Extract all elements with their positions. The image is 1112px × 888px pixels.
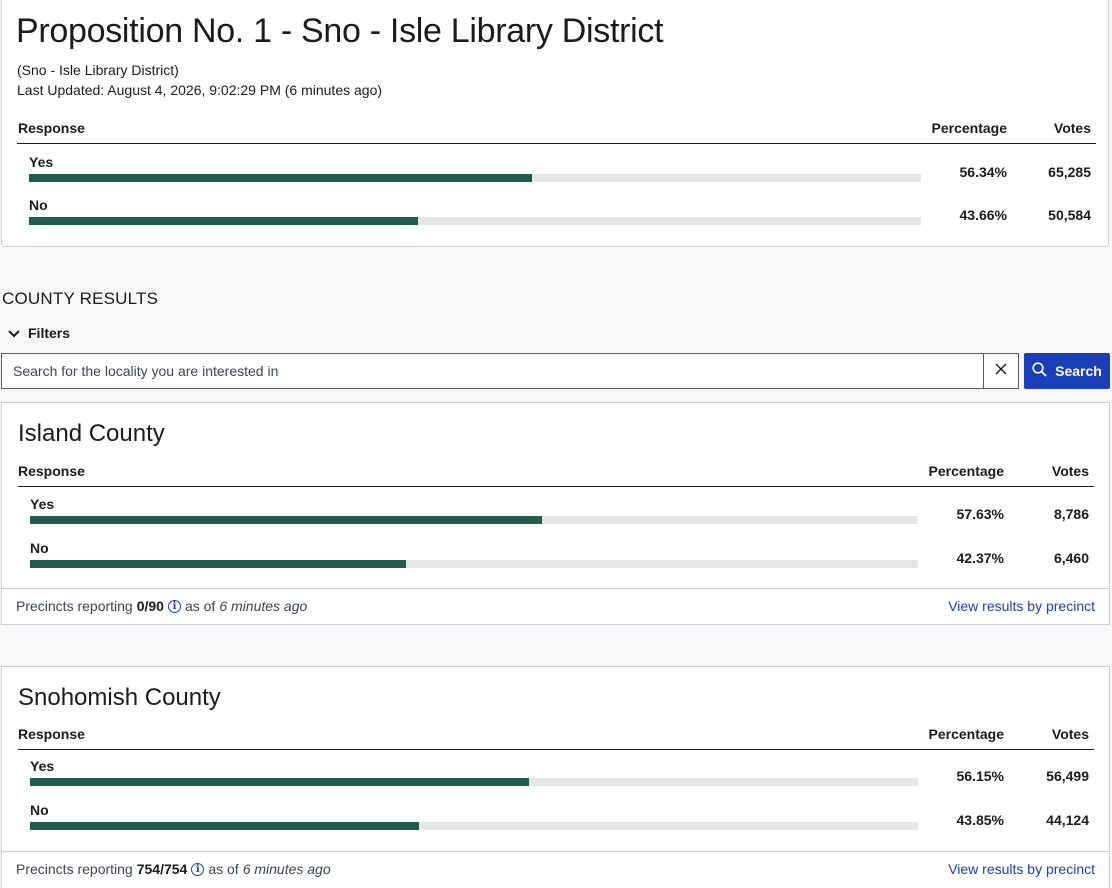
results-header: Response Percentage Votes xyxy=(18,461,1094,487)
result-bar xyxy=(30,560,918,568)
county-results-table: Response Percentage Votes Yes 56.15% 56,… xyxy=(18,724,1094,836)
search-icon xyxy=(1032,362,1047,380)
county-results-heading: COUNTY RESULTS xyxy=(2,289,159,308)
result-percentage: 56.15% xyxy=(956,768,1004,784)
precincts-label: Precincts reporting xyxy=(16,861,133,877)
clear-search-button[interactable] xyxy=(983,353,1019,389)
result-bar-fill xyxy=(30,560,407,568)
last-updated: Last Updated: August 4, 2026, 9:02:29 PM… xyxy=(17,82,383,98)
result-row-yes: Yes 56.34% 65,285 xyxy=(17,154,1096,196)
header-response: Response xyxy=(18,726,85,742)
header-percentage: Percentage xyxy=(931,120,1007,136)
result-bar xyxy=(30,516,918,524)
info-icon[interactable]: i xyxy=(167,599,181,613)
results-header: Response Percentage Votes xyxy=(18,724,1094,750)
result-votes: 6,460 xyxy=(1053,550,1089,566)
header-votes: Votes xyxy=(1051,463,1089,479)
header-percentage: Percentage xyxy=(928,726,1004,742)
county-footer: Precincts reporting 0/90 i as of 6 minut… xyxy=(2,588,1109,624)
header-percentage: Percentage xyxy=(928,463,1004,479)
result-votes: 50,584 xyxy=(1048,207,1091,223)
filters-toggle[interactable]: Filters xyxy=(8,325,70,341)
result-bar xyxy=(30,822,918,830)
result-bar-fill xyxy=(29,217,419,225)
header-response: Response xyxy=(18,120,85,136)
precincts-value: 0/90 xyxy=(136,598,164,614)
precincts-value: 754/754 xyxy=(136,861,188,877)
header-response: Response xyxy=(18,463,85,479)
result-row-no: No 43.85% 44,124 xyxy=(18,802,1094,844)
result-votes: 56,499 xyxy=(1046,768,1089,784)
county-footer: Precincts reporting 754/754 i as of 6 mi… xyxy=(2,851,1109,888)
result-votes: 65,285 xyxy=(1048,164,1091,180)
search-box xyxy=(1,353,1019,389)
search-input[interactable] xyxy=(2,354,984,388)
as-of-label: as of xyxy=(208,861,239,877)
search-button[interactable]: Search xyxy=(1024,353,1110,389)
result-row-no: No 43.66% 50,584 xyxy=(17,197,1096,239)
response-label: No xyxy=(29,197,48,213)
result-row-no: No 42.37% 6,460 xyxy=(18,540,1094,582)
filters-label: Filters xyxy=(28,325,71,341)
info-icon[interactable]: i xyxy=(191,862,205,876)
response-label: Yes xyxy=(30,758,55,774)
county-card-island: Island County Response Percentage Votes … xyxy=(1,402,1110,625)
precincts-reporting: Precincts reporting 754/754 i as of 6 mi… xyxy=(16,861,331,877)
close-icon xyxy=(995,362,1007,380)
chevron-down-icon xyxy=(8,325,20,341)
result-percentage: 42.37% xyxy=(956,550,1004,566)
result-percentage: 57.63% xyxy=(956,506,1004,522)
as-of-value: 6 minutes ago xyxy=(242,861,331,877)
response-label: Yes xyxy=(29,154,54,170)
result-percentage: 43.85% xyxy=(956,812,1004,828)
result-bar-fill xyxy=(30,778,529,786)
result-percentage: 56.34% xyxy=(959,164,1007,180)
as-of-label: as of xyxy=(184,598,216,614)
result-bar-fill xyxy=(29,174,532,182)
county-results-table: Response Percentage Votes Yes 57.63% 8,7… xyxy=(18,461,1094,573)
precincts-label: Precincts reporting xyxy=(16,598,133,614)
header-votes: Votes xyxy=(1051,726,1089,742)
result-bar-fill xyxy=(30,822,420,830)
as-of-value: 6 minutes ago xyxy=(219,598,308,614)
result-votes: 44,124 xyxy=(1046,812,1089,828)
page-title: Proposition No. 1 - Sno - Isle Library D… xyxy=(16,12,664,50)
result-bar-fill xyxy=(30,516,542,524)
precincts-reporting: Precincts reporting 0/90 i as of 6 minut… xyxy=(16,598,307,614)
search-button-label: Search xyxy=(1055,363,1102,379)
result-row-yes: Yes 56.15% 56,499 xyxy=(18,758,1094,800)
header-votes: Votes xyxy=(1053,120,1091,136)
results-header: Response Percentage Votes xyxy=(17,118,1096,144)
response-label: No xyxy=(30,802,49,818)
result-percentage: 43.66% xyxy=(959,207,1007,223)
result-row-yes: Yes 57.63% 8,786 xyxy=(18,496,1094,538)
result-bar xyxy=(30,778,918,786)
result-bar xyxy=(29,174,921,182)
result-votes: 8,786 xyxy=(1053,506,1089,522)
summary-card: Proposition No. 1 - Sno - Isle Library D… xyxy=(1,0,1109,247)
result-bar xyxy=(29,217,921,225)
response-label: No xyxy=(30,540,49,556)
view-results-by-precinct-link[interactable]: View results by precinct xyxy=(948,598,1095,614)
county-card-snohomish: Snohomish County Response Percentage Vot… xyxy=(1,666,1110,888)
county-name: Snohomish County xyxy=(18,684,221,711)
summary-results-table: Response Percentage Votes Yes 56.34% 65,… xyxy=(17,118,1096,230)
district-name: (Sno - Isle Library District) xyxy=(17,62,179,78)
county-name: Island County xyxy=(18,420,165,447)
view-results-by-precinct-link[interactable]: View results by precinct xyxy=(948,861,1095,877)
response-label: Yes xyxy=(30,496,55,512)
